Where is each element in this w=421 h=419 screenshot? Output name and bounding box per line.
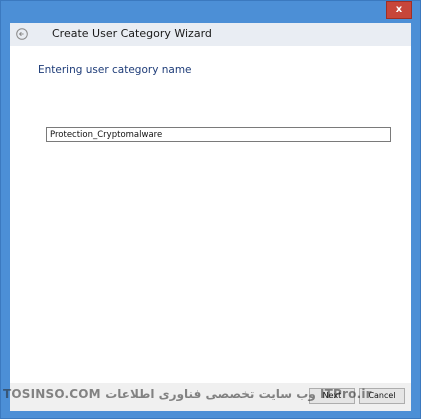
back-arrow-icon[interactable] (16, 28, 28, 40)
wizard-title: Create User Category Wizard (52, 27, 212, 40)
close-button[interactable]: x (386, 1, 412, 19)
cancel-button[interactable]: Cancel (359, 388, 405, 404)
title-bar[interactable]: x (1, 1, 420, 23)
wizard-window: x Create User Category Wizard Entering u… (0, 0, 421, 419)
wizard-footer: Next Cancel (10, 383, 411, 411)
category-name-input[interactable] (46, 127, 391, 142)
wizard-content: Entering user category name (10, 46, 411, 383)
wizard-header: Create User Category Wizard (10, 23, 411, 46)
next-button[interactable]: Next (309, 388, 355, 404)
step-heading: Entering user category name (38, 64, 192, 76)
